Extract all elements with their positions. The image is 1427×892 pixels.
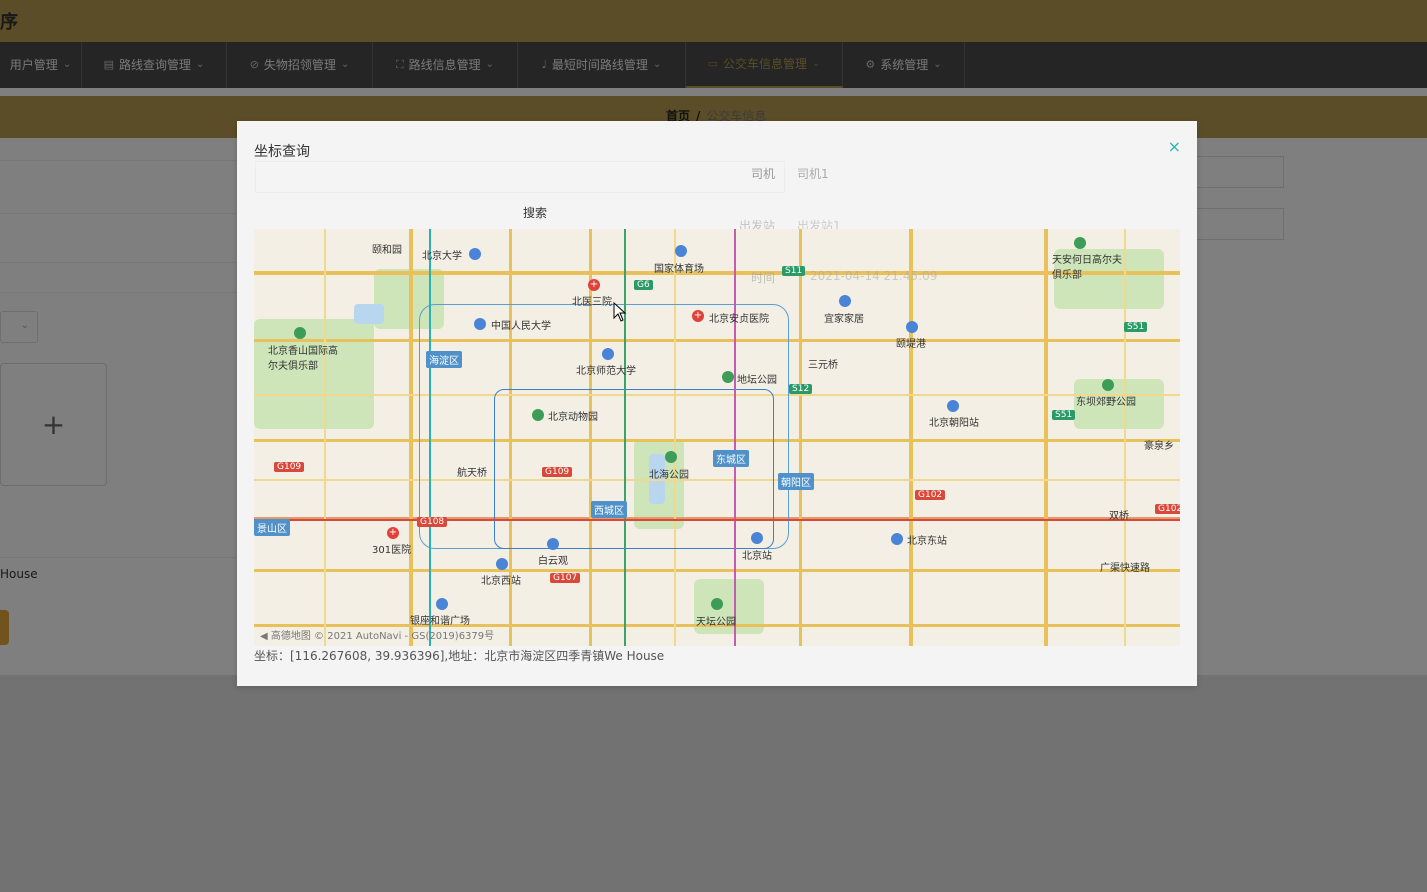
- park-area: [254, 319, 374, 429]
- hospital-icon: +: [692, 310, 704, 322]
- highway-badge: G108: [417, 517, 448, 527]
- district-badge: 东城区: [713, 450, 749, 467]
- stadium-icon: [675, 245, 687, 257]
- park-icon: [1074, 237, 1086, 249]
- park-icon: [722, 371, 734, 383]
- shop-icon: [436, 598, 448, 610]
- map-label: 颐和园: [372, 245, 402, 256]
- ring-road: [254, 569, 1180, 572]
- highway-badge: G109: [542, 467, 573, 477]
- map-label: 银座和谐广场: [410, 616, 470, 627]
- ring-road: [909, 229, 913, 646]
- map-label: 北京师范大学: [576, 366, 636, 377]
- shop-icon: [906, 321, 918, 333]
- coordinate-dialog: 坐标查询 × 司机 司机1 搜索 出发站 出发站1 颐和园 北京大学 国家体育场…: [237, 121, 1197, 686]
- district-badge: 西城区: [591, 501, 627, 518]
- train-station-icon: [751, 532, 763, 544]
- university-icon: [602, 348, 614, 360]
- highway-badge: S11: [782, 266, 806, 276]
- park-icon: [1102, 379, 1114, 391]
- map-label: 东坝郊野公园: [1076, 397, 1136, 408]
- search-input[interactable]: [255, 161, 785, 193]
- dialog-title: 坐标查询: [254, 144, 310, 160]
- map-label: 北医三院: [572, 297, 612, 308]
- park-icon: [665, 451, 677, 463]
- street: [324, 229, 326, 646]
- map-label: 北京香山国际高尔夫俱乐部: [268, 346, 338, 372]
- subway-line-5: [624, 229, 626, 646]
- map-label: 北京东站: [907, 536, 947, 547]
- ring-road: [1044, 229, 1048, 646]
- university-icon: [469, 248, 481, 260]
- map-label: 北京西站: [481, 576, 521, 587]
- time-label: 时间: [750, 271, 775, 285]
- highway-badge: G6: [634, 280, 653, 290]
- mouse-cursor-icon: [613, 302, 627, 322]
- map-label: 301医院: [372, 545, 412, 556]
- amap-logo-icon: ◀: [260, 631, 271, 642]
- map-label: 北京朝阳站: [929, 418, 979, 429]
- map-label: 北京大学: [422, 251, 462, 262]
- time-value: 2021-04-14 21:45:09: [810, 269, 938, 283]
- map-label: 北京站: [742, 551, 772, 562]
- copyright-text: 高德地图 © 2021 AutoNavi - GS(2019)6379号: [270, 631, 495, 642]
- close-icon[interactable]: ×: [1168, 137, 1181, 156]
- map-label: 天坛公园: [696, 617, 736, 628]
- lake: [354, 304, 384, 324]
- map-label: 白云观: [538, 556, 568, 567]
- zoo-icon: [532, 409, 544, 421]
- map-label: 北京动物园: [548, 412, 598, 423]
- map-label: 北京安贞医院: [709, 314, 769, 325]
- ring-road: [799, 229, 802, 646]
- subway-line-1: [254, 519, 1180, 521]
- search-button[interactable]: 搜索: [523, 204, 547, 221]
- map-copyright: ◀ 高德地图 © 2021 AutoNavi - GS(2019)6379号: [260, 627, 494, 642]
- highway-badge: G102: [1155, 504, 1180, 514]
- train-station-icon: [891, 533, 903, 545]
- highway-badge: S51: [1052, 410, 1076, 420]
- coordinate-result: 坐标：[116.267608, 39.936396],地址：北京市海淀区四季青镇…: [254, 649, 665, 663]
- highway-badge: S51: [1124, 322, 1148, 332]
- train-station-icon: [947, 400, 959, 412]
- map-label: 宜家家居: [824, 314, 864, 325]
- map-label: 双桥: [1109, 511, 1129, 522]
- golf-icon: [294, 327, 306, 339]
- driver-value: 司机1: [797, 167, 829, 181]
- street: [1124, 229, 1126, 646]
- subway-line: [429, 229, 431, 646]
- driver-label: 司机: [750, 167, 775, 181]
- highway-badge: G107: [550, 573, 581, 583]
- map-label: 地坛公园: [737, 375, 777, 386]
- district-badge: 海淀区: [426, 351, 462, 368]
- train-station-icon: [496, 558, 508, 570]
- map-label: 北海公园: [649, 470, 689, 481]
- map-label: 颐堤港: [896, 339, 926, 350]
- map-label: 天安何日高尔夫俱乐部: [1052, 255, 1122, 281]
- university-icon: [474, 318, 486, 330]
- hospital-icon: +: [387, 527, 399, 539]
- map-view[interactable]: 颐和园 北京大学 国家体育场 天安何日高尔夫俱乐部 中国人民大学 + 北医三院 …: [254, 229, 1180, 646]
- district-badge: 景山区: [254, 519, 290, 536]
- hospital-icon: +: [588, 279, 600, 291]
- map-label: 中国人民大学: [491, 321, 551, 332]
- highway-badge: G102: [915, 490, 946, 500]
- highway-badge: G109: [274, 462, 305, 472]
- map-label: 广渠快速路: [1100, 563, 1150, 574]
- map-label: 航天桥: [457, 468, 487, 479]
- temple-icon: [547, 538, 559, 550]
- ring-road: [409, 229, 413, 646]
- map-label: 三元桥: [808, 360, 838, 371]
- park-icon: [711, 598, 723, 610]
- highway-badge: S12: [789, 384, 813, 394]
- subway-line: [734, 229, 736, 646]
- map-label: 豪泉乡: [1144, 441, 1174, 452]
- shop-icon: [839, 295, 851, 307]
- map-label: 国家体育场: [654, 264, 704, 275]
- district-badge: 朝阳区: [778, 473, 814, 490]
